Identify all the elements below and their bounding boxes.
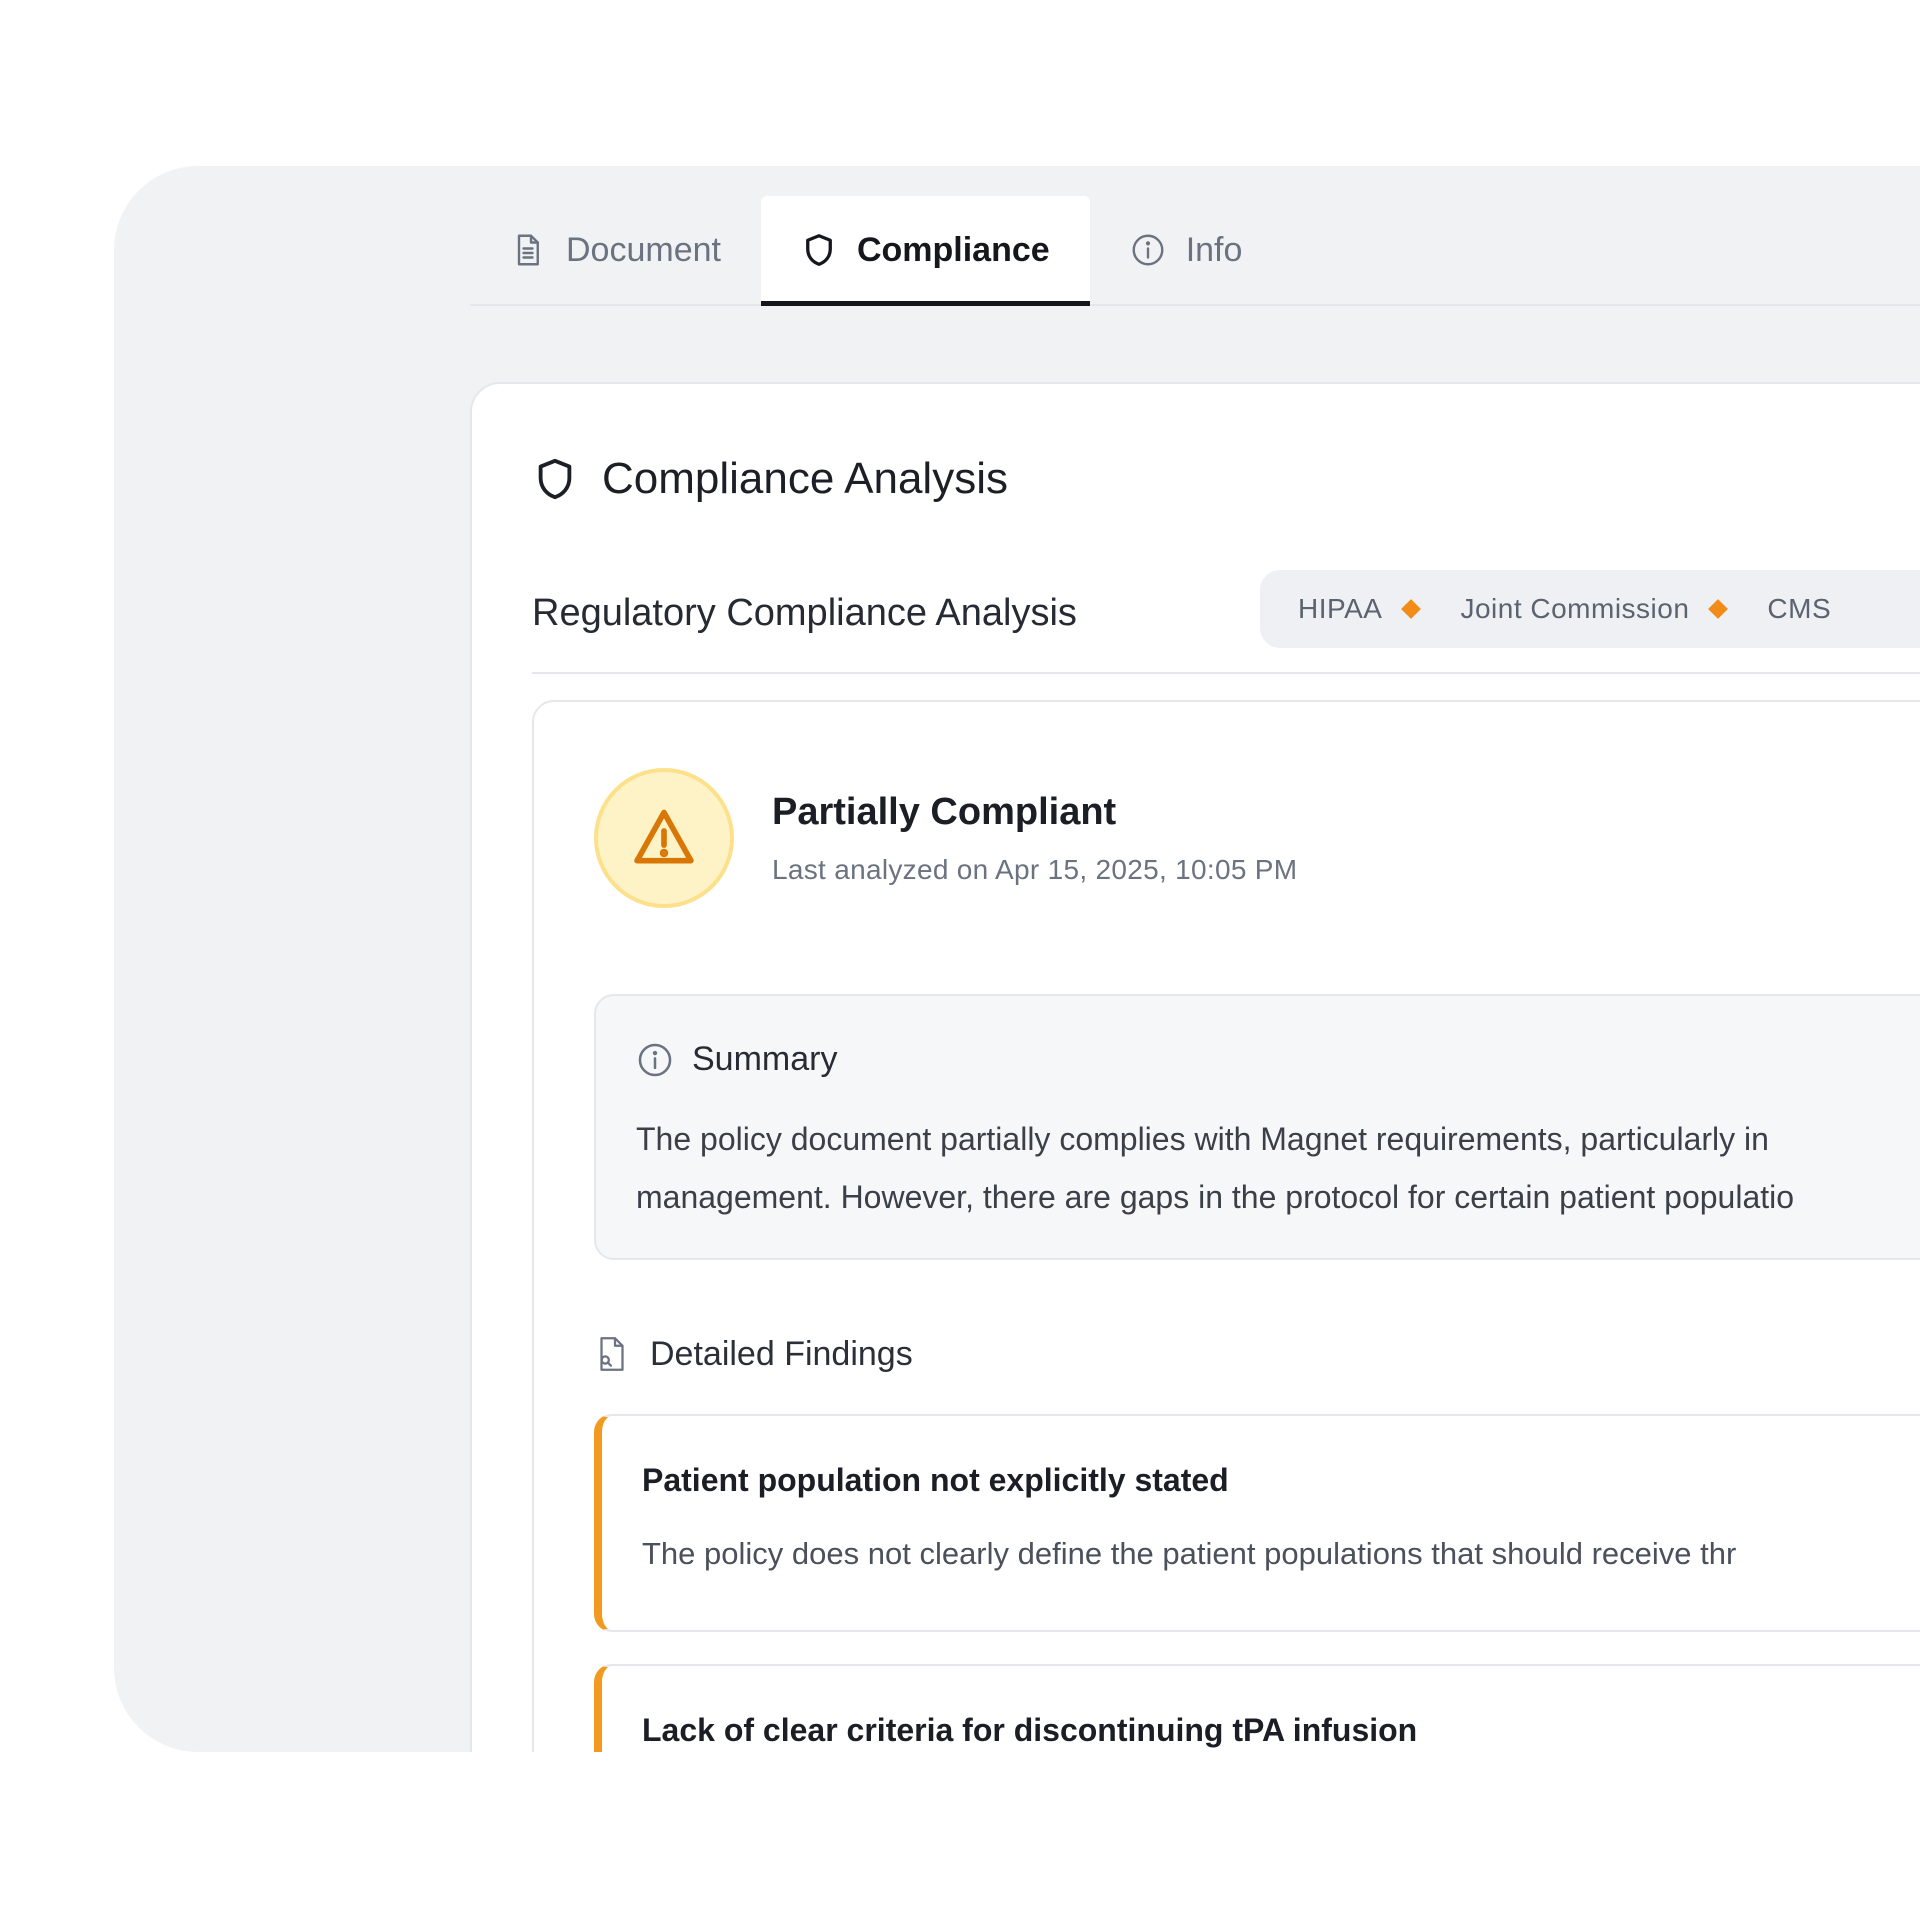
app-frame: Document Compliance Info Compliance Anal… xyxy=(114,166,1920,1752)
summary-line: management. However, there are gaps in t… xyxy=(636,1179,1795,1215)
analysis-panel: Partially Compliant Last analyzed on Apr… xyxy=(532,700,1920,1752)
summary-heading: Summary xyxy=(636,1040,837,1079)
status-badge xyxy=(594,768,734,908)
summary-line: The policy document partially complies w… xyxy=(636,1121,1769,1157)
summary-text: The policy document partially complies w… xyxy=(636,1110,1920,1226)
document-icon xyxy=(517,234,539,266)
status-title: Partially Compliant xyxy=(772,790,1117,833)
regulation-tag[interactable]: CMS xyxy=(1767,593,1831,625)
finding-title: Lack of clear criteria for discontinuing… xyxy=(642,1712,1418,1748)
status-text: Partially Compliant Last analyzed on Apr… xyxy=(772,791,1297,886)
regulation-tags: HIPAA Joint Commission CMS xyxy=(1260,570,1920,648)
tab-document[interactable]: Document xyxy=(470,196,761,304)
summary-heading-text: Summary xyxy=(692,1040,838,1078)
summary-box: Summary The policy document partially co… xyxy=(594,994,1920,1260)
last-analyzed: Last analyzed on Apr 15, 2025, 10:05 PM xyxy=(772,853,1298,885)
finding-title: Patient population not explicitly stated xyxy=(642,1462,1229,1498)
tab-bar: Document Compliance Info xyxy=(470,196,1920,306)
regulation-tag[interactable]: Joint Commission xyxy=(1460,593,1729,625)
regulation-tag-label: HIPAA xyxy=(1298,593,1383,624)
tab-document-label: Document xyxy=(566,230,721,269)
card-title: Compliance Analysis xyxy=(532,454,1008,504)
status-row: Partially Compliant Last analyzed on Apr… xyxy=(594,768,1297,908)
shield-icon xyxy=(806,234,832,266)
tab-compliance-label: Compliance xyxy=(856,230,1050,269)
diamond-icon xyxy=(1401,599,1422,619)
shield-icon xyxy=(538,458,572,500)
compliance-card: Compliance Analysis Regulatory Complianc… xyxy=(470,382,1920,1752)
warning-triangle-icon xyxy=(634,809,694,864)
finding-card[interactable]: Lack of clear criteria for discontinuing… xyxy=(594,1664,1920,1752)
regulatory-row: Regulatory Compliance Analysis HIPAA Joi… xyxy=(532,570,1920,674)
regulation-tag-label: CMS xyxy=(1767,593,1832,624)
finding-card[interactable]: Patient population not explicitly stated… xyxy=(594,1414,1920,1632)
tab-info-label: Info xyxy=(1185,230,1243,269)
info-icon xyxy=(1132,234,1164,266)
document-search-icon xyxy=(600,1337,624,1371)
diamond-icon xyxy=(1708,599,1729,619)
findings-heading-text: Detailed Findings xyxy=(650,1334,913,1373)
findings-heading: Detailed Findings xyxy=(594,1334,913,1374)
tab-compliance[interactable]: Compliance xyxy=(760,196,1090,306)
regulation-tag[interactable]: HIPAA xyxy=(1298,593,1422,625)
finding-description: The policy does not clearly define the p… xyxy=(642,1536,1737,1571)
regulation-tag-label: Joint Commission xyxy=(1460,593,1690,624)
card-title-text: Compliance Analysis xyxy=(602,454,1008,503)
info-icon xyxy=(638,1043,672,1076)
regulatory-title: Regulatory Compliance Analysis xyxy=(532,592,1077,634)
tab-info[interactable]: Info xyxy=(1090,196,1283,304)
